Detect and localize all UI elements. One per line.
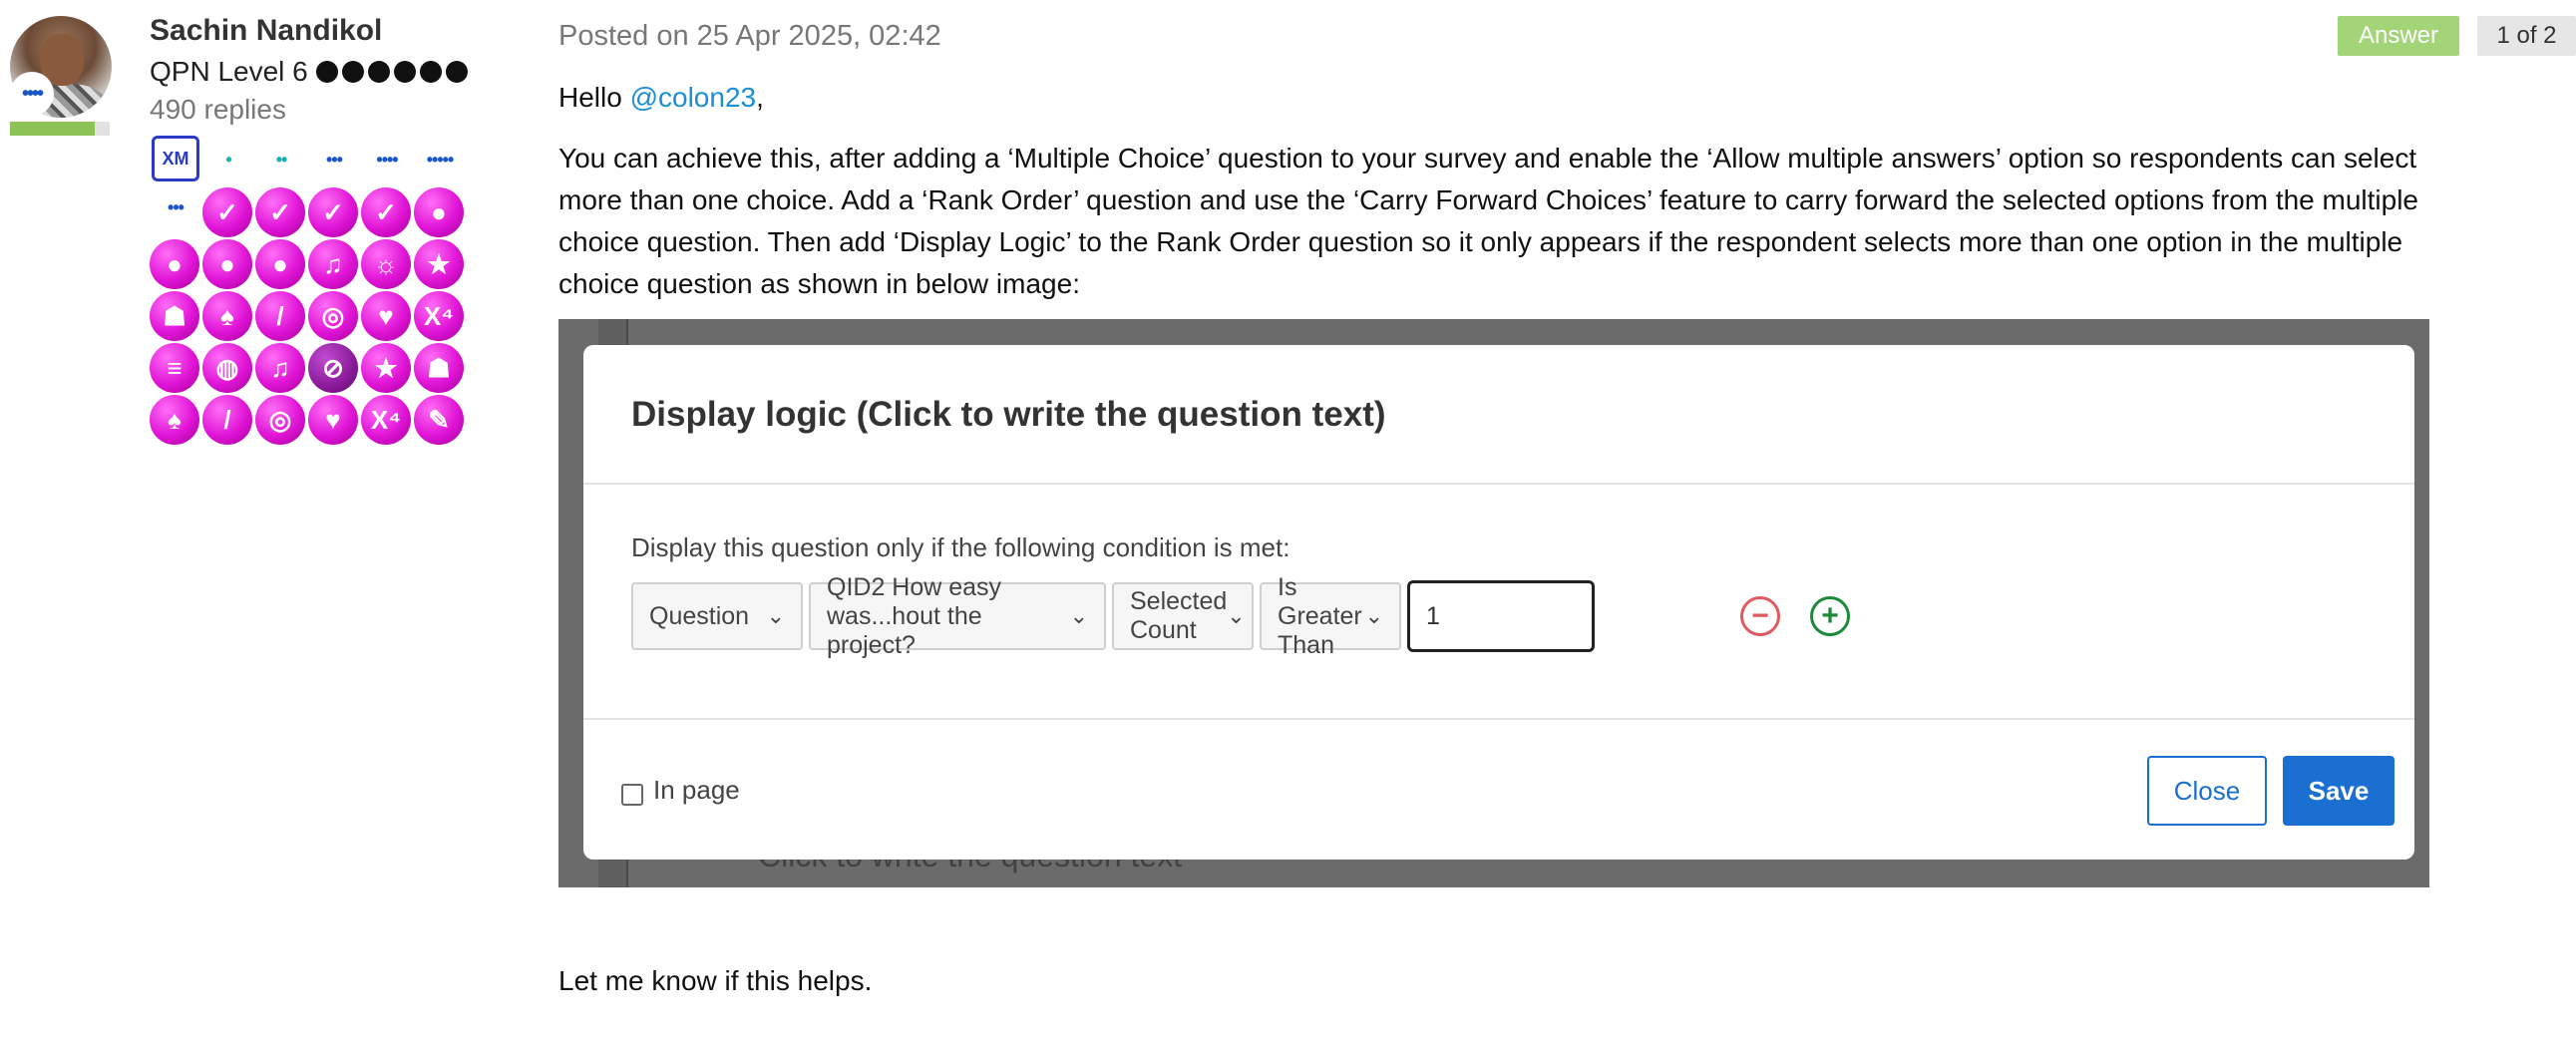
rank-icon: •••• [10, 72, 54, 116]
question-select-value: QID2 How easy was...hout the project? [827, 572, 1002, 659]
ghost-badge-icon[interactable]: ☗ [150, 291, 199, 341]
condition-label: Display this question only if the follow… [631, 532, 1290, 562]
x4-badge-icon[interactable]: X⁴ [414, 291, 464, 341]
chevron-down-icon: ⌄ [1069, 603, 1088, 628]
question-select-dropdown[interactable]: QID2 How easy was...hout the project? ⌄ [809, 573, 1106, 659]
dots-badge-icon[interactable]: • [202, 140, 254, 179]
chevron-down-icon: ⌄ [766, 603, 785, 628]
chevron-down-icon: ⌄ [1364, 603, 1383, 628]
heart-badge-icon[interactable]: ♥ [308, 395, 358, 445]
star-badge-icon[interactable]: ★ [361, 343, 411, 393]
author-level: QPN Level 6 [150, 56, 468, 88]
question-type-value: Question [649, 601, 750, 630]
in-page-checkbox[interactable] [621, 784, 643, 806]
author-replies: 490 replies [150, 94, 286, 125]
post-body: You can achieve this, after adding a ‘Mu… [558, 143, 2419, 299]
check-badge-icon[interactable]: ✓ [361, 187, 411, 237]
dots-badge-icon[interactable]: ••• [150, 187, 201, 227]
save-button[interactable]: Save [2283, 756, 2394, 826]
greeting-suffix: , [756, 82, 764, 113]
x4-badge-icon[interactable]: X⁴ [361, 395, 411, 445]
target-badge-icon[interactable]: ◎ [255, 395, 305, 445]
greeting-prefix: Hello [558, 82, 630, 113]
posted-date: Posted on 25 Apr 2025, 02:42 [558, 20, 941, 52]
speech-badge-icon[interactable]: ● [150, 239, 199, 289]
count-type-dropdown[interactable]: Selected Count ⌄ [1112, 582, 1254, 650]
level-dot-icon [367, 61, 390, 83]
target-badge-icon[interactable]: ◎ [308, 291, 358, 341]
post-greeting: Hello @colon23, [558, 82, 764, 114]
condition-value-input[interactable]: 1 [1407, 580, 1595, 652]
count-type-value: Selected Count [1130, 587, 1228, 644]
speech-badge-icon[interactable]: ● [414, 187, 464, 237]
rank-progress-bar [10, 122, 110, 136]
level-dots [315, 61, 468, 83]
level-dot-icon [419, 61, 442, 83]
add-condition-icon[interactable]: + [1810, 596, 1850, 636]
bulb-badge-icon[interactable]: ☼ [361, 239, 411, 289]
check-badge-icon[interactable]: ✓ [308, 187, 358, 237]
dots-badge-icon[interactable]: •••• [361, 140, 413, 179]
heart-badge-icon[interactable]: ♥ [361, 291, 411, 341]
music-badge-icon[interactable]: ♫ [255, 343, 305, 393]
close-button[interactable]: Close [2147, 756, 2267, 826]
candy-badge-icon[interactable]: / [202, 395, 252, 445]
check-badge-icon[interactable]: ✓ [202, 187, 252, 237]
palette-badge-icon[interactable]: ✎ [414, 395, 464, 445]
dialog-title: Display logic (Click to write the questi… [631, 395, 1386, 434]
operator-value: Is Greater Than [1278, 572, 1362, 659]
operator-dropdown[interactable]: Is Greater Than ⌄ [1260, 573, 1401, 659]
display-logic-dialog: Display logic (Click to write the questi… [583, 345, 2414, 860]
answer-badge: Answer [2338, 16, 2459, 56]
level-dot-icon [315, 61, 338, 83]
music-badge-icon[interactable]: ♫ [308, 239, 358, 289]
author-level-label: QPN Level 6 [150, 56, 308, 87]
badge-grid: XM • •• ••• •••• ••••• ••• ✓ ✓ ✓ ✓ ● ● ● ● ♫ ☼ ★ ☗ ♠ / ◎ ♥ X⁴ ≡… [150, 136, 467, 445]
bird-badge-icon[interactable]: ♠ [150, 395, 199, 445]
level-dot-icon [445, 61, 468, 83]
dialog-divider [583, 483, 2414, 485]
star-badge-icon[interactable]: ★ [414, 239, 464, 289]
author-name[interactable]: Sachin Nandikol [150, 14, 382, 48]
ghost-badge-icon[interactable]: ☗ [414, 343, 464, 393]
chevron-down-icon: ⌄ [1227, 603, 1246, 628]
speech-badge-icon[interactable]: ● [202, 239, 252, 289]
rank-progress-fill [10, 122, 95, 136]
xm-badge-icon[interactable]: XM [152, 136, 199, 181]
dots-badge-icon[interactable]: ••• [308, 140, 360, 179]
embedded-screenshot[interactable]: Click to write the question text Display… [558, 319, 2429, 887]
question-type-dropdown[interactable]: Question ⌄ [631, 582, 803, 650]
speed-badge-icon[interactable]: ≡ [150, 343, 199, 393]
remove-condition-icon[interactable]: − [1740, 596, 1780, 636]
speech-badge-icon[interactable]: ● [255, 239, 305, 289]
mention-link[interactable]: @colon23 [630, 82, 757, 113]
page-indicator: 1 of 2 [2477, 16, 2576, 56]
post-closing: Let me know if this helps. [558, 965, 873, 996]
level-dot-icon [393, 61, 416, 83]
author-sidebar: •••• Sachin Nandikol QPN Level 6 490 rep… [0, 0, 479, 1040]
dialog-footer-divider [583, 718, 2414, 720]
globe-badge-icon[interactable]: ◍ [202, 343, 252, 393]
level-dot-icon [341, 61, 364, 83]
tennis-badge-icon[interactable]: ⊘ [308, 343, 358, 393]
check-badge-icon[interactable]: ✓ [255, 187, 305, 237]
bird-badge-icon[interactable]: ♠ [202, 291, 252, 341]
candy-badge-icon[interactable]: / [255, 291, 305, 341]
dots-badge-icon[interactable]: •• [255, 140, 307, 179]
dots-badge-icon[interactable]: ••••• [414, 140, 466, 179]
in-page-label: In page [653, 775, 740, 805]
